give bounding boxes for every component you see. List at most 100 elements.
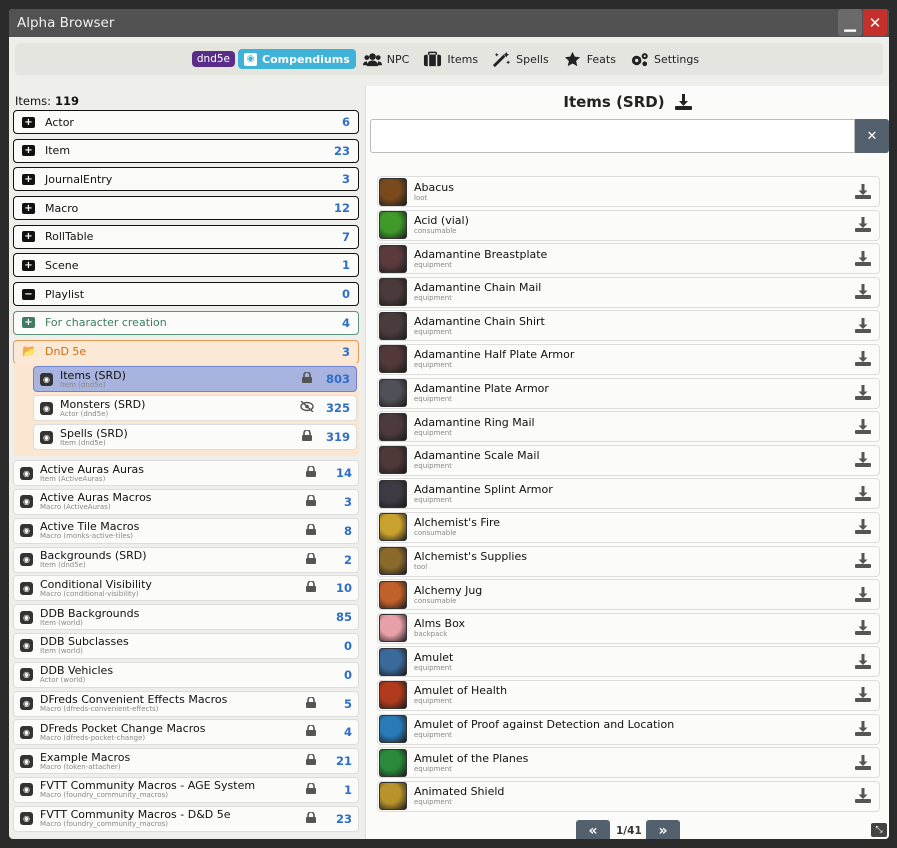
pack-count: 5 xyxy=(343,696,352,711)
download-icon[interactable] xyxy=(853,586,873,603)
lock-icon[interactable] xyxy=(304,695,318,711)
item-entry[interactable]: Abacus loot xyxy=(377,176,880,207)
download-icon[interactable] xyxy=(853,519,873,535)
item-entry[interactable]: Alchemist's Fire consumable xyxy=(377,511,880,543)
download-icon[interactable] xyxy=(853,217,873,233)
download-icon[interactable] xyxy=(853,452,873,468)
download-icon[interactable] xyxy=(853,653,873,670)
lock-icon[interactable] xyxy=(300,371,314,386)
compendium-pack[interactable]: ◉ DFreds Convenient Effects Macros Macro (… xyxy=(13,690,359,717)
folder-dnd5e[interactable]: 📂 DnD 5e 3 xyxy=(13,339,359,364)
compendium-pack[interactable]: ◉ DDB Vehicles Actor (world) 0 xyxy=(13,661,359,688)
compendium-pack[interactable]: ◉ Example Macros Macro (token-attacher) 21 xyxy=(13,748,359,775)
item-entry[interactable]: Amulet of Health equipment xyxy=(377,679,880,711)
folder-journalentry[interactable]: + JournalEntry 3 xyxy=(13,167,359,192)
compendium-pack[interactable]: ◉ Conditional Visibility Macro (conditiona… xyxy=(13,575,359,602)
compendium-pack[interactable]: ◉ DDB Subclasses Item (world) 0 xyxy=(13,632,359,659)
download-icon[interactable] xyxy=(853,183,873,200)
item-entry[interactable]: Amulet of the Planes equipment xyxy=(377,747,880,779)
folder-rolltable[interactable]: + RollTable 7 xyxy=(13,224,359,249)
eye-slash-icon[interactable] xyxy=(300,400,314,415)
item-name: Adamantine Half Plate Armor xyxy=(414,348,575,362)
compendium-pack[interactable]: ◉ Backgrounds (SRD) Item (dnd5e) 2 xyxy=(13,546,359,573)
compendium-pack[interactable]: ◉ Active Tile Macros Macro (monks-active-t… xyxy=(13,517,359,544)
close-button[interactable]: ✕ xyxy=(863,9,887,36)
tab-compendiums[interactable]: ◉ Compendiums xyxy=(238,49,356,69)
item-entry[interactable]: Adamantine Chain Shirt equipment xyxy=(377,310,880,342)
download-icon[interactable] xyxy=(853,620,873,636)
compendium-pack[interactable]: ◉ Items (SRD) Item (dnd5e) 803 xyxy=(33,366,357,393)
compendium-pack[interactable]: ◉ Spells (SRD) Item (dnd5e) 319 xyxy=(33,424,357,451)
item-entry[interactable]: Alms Box backpack xyxy=(377,612,880,644)
item-entry[interactable]: Adamantine Half Plate Armor equipment xyxy=(377,343,880,375)
download-icon[interactable] xyxy=(853,553,873,569)
compendium-pack[interactable]: ◉ DDB Backgrounds Item (world) 85 xyxy=(13,604,359,631)
download-icon[interactable] xyxy=(853,317,873,334)
search-bar: ✕ xyxy=(370,119,889,153)
download-icon[interactable] xyxy=(853,721,873,737)
item-entry[interactable]: Adamantine Breastplate equipment xyxy=(377,243,880,275)
item-entry[interactable]: Alchemist's Supplies tool xyxy=(377,545,880,577)
tab-spells[interactable]: Spells xyxy=(485,49,556,69)
search-input[interactable] xyxy=(370,119,855,153)
item-entry[interactable]: Animated Shield equipment xyxy=(377,780,880,812)
lock-icon[interactable] xyxy=(304,523,318,538)
lock-icon[interactable] xyxy=(304,580,318,595)
title-bar[interactable]: Alpha Browser ▁ ✕ xyxy=(9,9,889,37)
tab-npc[interactable]: NPC xyxy=(356,49,417,69)
lock-icon[interactable] xyxy=(300,429,314,444)
folder-playlist[interactable]: − Playlist 0 xyxy=(13,282,359,307)
item-name: Alchemist's Supplies xyxy=(414,550,527,564)
item-entry[interactable]: Adamantine Splint Armor equipment xyxy=(377,478,880,510)
prev-page-button[interactable]: « xyxy=(576,820,610,839)
lock-icon[interactable] xyxy=(304,494,318,509)
tab-feats[interactable]: Feats xyxy=(556,49,623,69)
download-icon[interactable] xyxy=(853,284,873,300)
folder-for-character-creation[interactable]: + For character creation 4 xyxy=(13,310,359,335)
folder-plus-icon: + xyxy=(22,202,35,214)
lock-icon[interactable] xyxy=(304,551,318,567)
compendium-pack[interactable]: ◉ Monsters (SRD) Actor (dnd5e) 325 xyxy=(33,395,357,422)
download-icon[interactable] xyxy=(853,485,873,502)
minimize-button[interactable]: ▁ xyxy=(838,9,862,36)
item-entry[interactable]: Adamantine Plate Armor equipment xyxy=(377,377,880,409)
compendium-pack[interactable]: ◉ Active Auras Auras Item (ActiveAuras) 14 xyxy=(13,460,359,487)
item-entry[interactable]: Adamantine Scale Mail equipment xyxy=(377,444,880,476)
download-icon[interactable] xyxy=(853,351,873,367)
item-entry[interactable]: Amulet of Proof against Detection and Lo… xyxy=(377,713,880,745)
lock-icon[interactable] xyxy=(304,782,318,797)
pack-type: Item (ActiveAuras) xyxy=(40,474,106,483)
compendium-pack[interactable]: ◉ DFreds Pocket Change Macros Macro (dfred… xyxy=(13,719,359,746)
compendium-pack[interactable]: ◉ Active Auras Macros Macro (ActiveAuras) 3 xyxy=(13,488,359,515)
download-icon[interactable] xyxy=(853,385,873,401)
compendium-icon: ◉ xyxy=(20,610,33,624)
clear-search-button[interactable]: ✕ xyxy=(855,119,889,153)
item-entry[interactable]: Amulet equipment xyxy=(377,646,880,678)
compendium-pack[interactable]: ◉ FVTT Community Macros - AGE System Macro… xyxy=(13,776,359,803)
resize-handle[interactable]: ⤡ xyxy=(871,823,887,837)
download-icon[interactable] xyxy=(853,418,873,435)
download-icon[interactable] xyxy=(853,250,873,267)
lock-icon[interactable] xyxy=(304,724,318,739)
lock-icon[interactable] xyxy=(304,811,318,826)
lock-icon[interactable] xyxy=(304,753,318,768)
folder-plus-icon: + xyxy=(22,173,35,185)
compendium-icon: ◉ xyxy=(20,466,33,480)
item-entry[interactable]: Adamantine Chain Mail equipment xyxy=(377,276,880,308)
download-icon[interactable] xyxy=(853,788,873,804)
compendium-pack[interactable]: ◉ FVTT Community Macros - D&D 5e Macro (fo… xyxy=(13,805,359,832)
import-all-icon[interactable] xyxy=(674,94,692,110)
item-entry[interactable]: Alchemy Jug consumable xyxy=(377,579,880,611)
tab-settings[interactable]: Settings xyxy=(623,49,706,69)
item-entry[interactable]: Acid (vial) consumable xyxy=(377,209,880,241)
folder-actor[interactable]: + Actor 6 xyxy=(13,110,359,134)
download-icon[interactable] xyxy=(853,687,873,703)
item-entry[interactable]: Adamantine Ring Mail equipment xyxy=(377,411,880,443)
folder-macro[interactable]: + Macro 12 xyxy=(13,196,359,221)
lock-icon[interactable] xyxy=(304,465,318,480)
folder-item[interactable]: + Item 23 xyxy=(13,138,359,163)
download-icon[interactable] xyxy=(853,754,873,771)
folder-scene[interactable]: + Scene 1 xyxy=(13,253,359,278)
next-page-button[interactable]: » xyxy=(646,820,680,839)
tab-items[interactable]: Items xyxy=(416,49,485,69)
